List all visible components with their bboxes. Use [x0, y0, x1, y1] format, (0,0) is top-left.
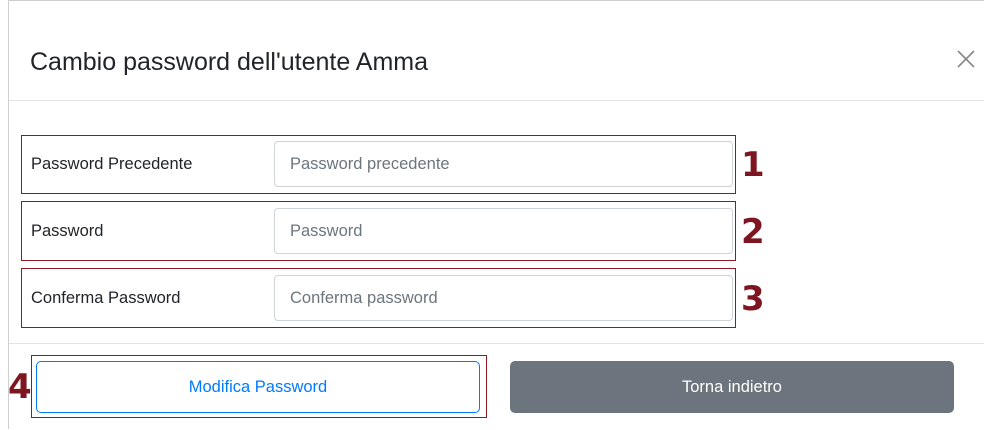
dialog-header: Cambio password dell'utente Amma: [9, 1, 984, 101]
annotation-marker-4: 4: [8, 367, 32, 407]
annotation-marker-3: 3: [741, 279, 765, 319]
close-icon: [957, 50, 975, 68]
new-password-label: Password: [31, 222, 104, 240]
old-password-label: Password Precedente: [31, 155, 193, 173]
annotation-marker-1: 1: [741, 145, 765, 185]
confirm-password-input[interactable]: [274, 275, 733, 321]
go-back-button[interactable]: Torna indietro: [510, 361, 954, 413]
confirm-password-label: Conferma Password: [31, 289, 181, 307]
modify-password-button[interactable]: Modifica Password: [36, 361, 480, 413]
new-password-input[interactable]: [274, 208, 733, 254]
old-password-row: Password Precedente: [21, 135, 736, 194]
confirm-password-row: Conferma Password: [21, 268, 736, 328]
dialog-title: Cambio password dell'utente Amma: [30, 48, 429, 76]
old-password-input[interactable]: [274, 141, 733, 187]
annotation-marker-2: 2: [741, 212, 765, 252]
close-button[interactable]: [953, 46, 979, 72]
new-password-row: Password: [21, 201, 736, 261]
